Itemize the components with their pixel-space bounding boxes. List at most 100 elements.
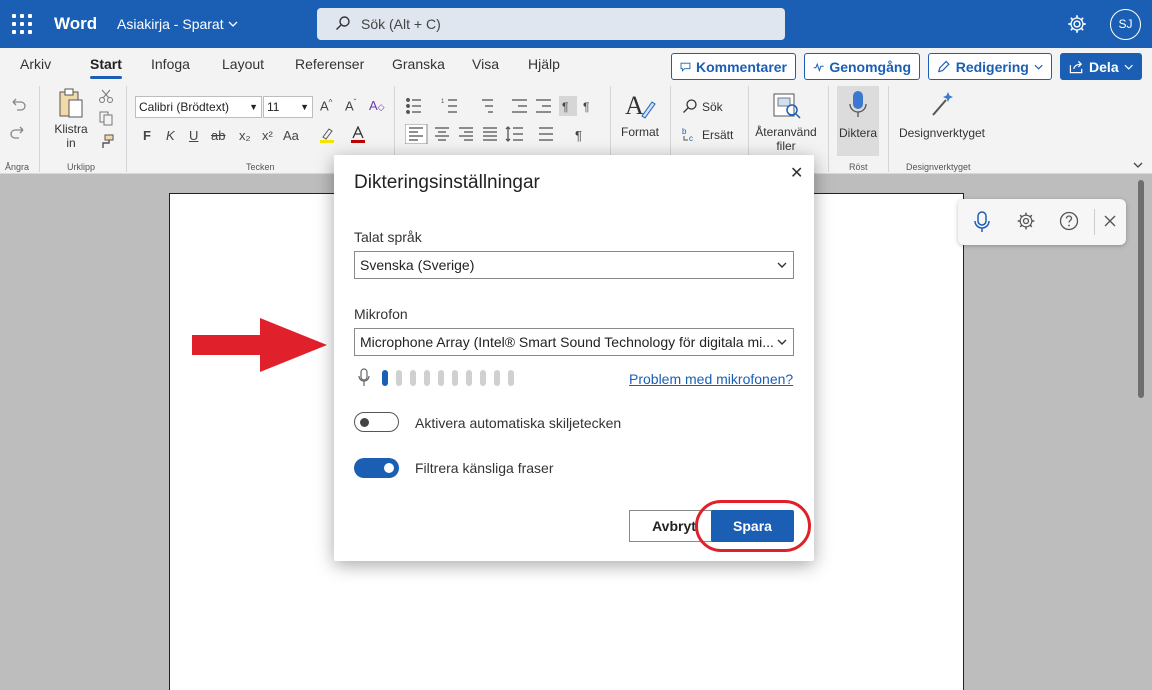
subscript-button[interactable]: x₂	[239, 128, 251, 143]
search-box[interactable]: Sök (Alt + C)	[317, 8, 785, 40]
format-painter-icon[interactable]	[98, 134, 114, 150]
superscript-button[interactable]: x²	[262, 128, 273, 143]
auto-punctuation-toggle[interactable]	[354, 412, 399, 432]
auto-punctuation-label: Aktivera automatiska skiljetecken	[415, 415, 622, 431]
svg-text:A: A	[625, 91, 644, 120]
paste-button[interactable]: Klistra in	[52, 88, 90, 152]
styles-button[interactable]: A Format	[618, 90, 662, 156]
tab-referenser[interactable]: Referenser	[295, 56, 364, 72]
undo-icon[interactable]	[9, 96, 27, 112]
replace-icon[interactable]: bc	[682, 126, 698, 142]
reuse-files-icon	[773, 93, 801, 119]
clipboard-group-label: Urklipp	[67, 162, 96, 172]
menu-tabs-row: Arkiv Start Infoga Layout Referenser Gra…	[0, 48, 1152, 82]
comments-button[interactable]: Kommentarer	[671, 53, 796, 80]
editing-mode-button[interactable]: Redigering	[928, 53, 1052, 80]
font-group-label: Tecken	[246, 162, 275, 172]
mic-level-bar	[424, 370, 430, 386]
close-icon[interactable]: ✕	[790, 163, 803, 183]
chevron-down-icon: ▼	[300, 102, 309, 112]
dictate-button[interactable]: Diktera	[837, 86, 879, 156]
mic-level-bar	[452, 370, 458, 386]
review-button[interactable]: Genomgång	[804, 53, 920, 80]
microphone-icon[interactable]	[974, 211, 990, 233]
bullets-icon[interactable]: 1 ¶ ¶	[405, 96, 595, 116]
tab-layout[interactable]: Layout	[222, 56, 264, 72]
highlight-icon[interactable]	[318, 126, 338, 144]
svg-text:¶: ¶	[575, 128, 582, 143]
filter-phrases-toggle[interactable]	[354, 458, 399, 478]
spoken-language-select[interactable]: Svenska (Sverige)	[354, 251, 794, 279]
ribbon-divider	[888, 86, 889, 172]
undo-group-label: Ångra	[5, 162, 30, 172]
italic-button[interactable]: K	[166, 128, 175, 143]
font-size-combo[interactable]: 11 ▼	[263, 96, 313, 118]
bold-button[interactable]: F	[143, 128, 151, 143]
replace-label[interactable]: Ersätt	[702, 128, 733, 142]
tab-start[interactable]: Start	[90, 56, 122, 79]
change-case-button[interactable]: Aa	[283, 128, 299, 143]
grow-font-icon[interactable]: A^	[320, 98, 332, 113]
mic-level-bar	[466, 370, 472, 386]
tab-granska[interactable]: Granska	[392, 56, 445, 72]
copy-icon[interactable]	[98, 110, 114, 126]
svg-text:b: b	[682, 127, 687, 136]
paste-label-line2: in	[66, 136, 76, 150]
designer-button[interactable]: Designverktyget	[896, 90, 988, 156]
vertical-scrollbar[interactable]	[1138, 180, 1144, 398]
underline-button[interactable]: U	[189, 128, 198, 143]
paste-label-line1: Klistra	[54, 122, 88, 136]
app-name[interactable]: Word	[54, 14, 97, 34]
align-left-icon[interactable]: ¶	[405, 124, 595, 144]
close-icon[interactable]	[1104, 215, 1116, 227]
redo-icon[interactable]	[9, 124, 27, 140]
user-avatar[interactable]: SJ	[1110, 9, 1141, 40]
mic-level-bar	[494, 370, 500, 386]
document-title[interactable]: Asiakirja - Sparat	[117, 16, 238, 32]
settings-gear-icon[interactable]	[1066, 13, 1088, 35]
voice-group-label: Röst	[849, 162, 868, 172]
tab-arkiv[interactable]: Arkiv	[20, 56, 51, 72]
microphone-icon	[849, 91, 867, 117]
collapse-ribbon-icon[interactable]	[1133, 160, 1143, 170]
tab-visa[interactable]: Visa	[472, 56, 499, 72]
annotation-circle	[695, 500, 811, 552]
strikethrough-button[interactable]: ab	[211, 128, 225, 143]
shrink-font-icon[interactable]: Aˇ	[345, 98, 356, 113]
tab-hjalp[interactable]: Hjälp	[528, 56, 560, 72]
clear-formatting-icon[interactable]: A◇	[369, 98, 385, 113]
search-icon	[336, 16, 350, 30]
tab-infoga[interactable]: Infoga	[151, 56, 190, 72]
designer-group-label: Designverktyget	[906, 162, 971, 172]
mic-level-bar	[438, 370, 444, 386]
mic-level-bar	[480, 370, 486, 386]
ribbon-divider	[39, 86, 40, 172]
ribbon-divider	[126, 86, 127, 172]
find-icon[interactable]	[682, 98, 698, 114]
find-label[interactable]: Sök	[702, 100, 723, 114]
microphone-label: Mikrofon	[354, 306, 408, 322]
share-button[interactable]: Dela	[1060, 53, 1142, 80]
toolbar-divider	[1094, 209, 1095, 235]
microphone-problem-link[interactable]: Problem med mikrofonen?	[629, 371, 793, 387]
mic-level-bar	[382, 370, 388, 386]
document-name: Asiakirja	[117, 16, 170, 32]
annotation-arrow	[192, 318, 327, 372]
comment-icon	[680, 62, 691, 72]
font-name-combo[interactable]: Calibri (Brödtext) ▼	[135, 96, 262, 118]
settings-gear-icon[interactable]	[1016, 211, 1036, 231]
reuse-files-label-line2: filer	[776, 139, 796, 153]
microphone-select[interactable]: Microphone Array (Intel® Smart Sound Tec…	[354, 328, 794, 356]
app-launcher-icon[interactable]	[12, 14, 32, 34]
chevron-down-icon	[228, 21, 237, 27]
font-color-icon[interactable]	[349, 126, 369, 144]
reuse-files-button[interactable]: Återanvänd filer	[752, 90, 820, 156]
clipboard-icon	[59, 88, 83, 118]
cut-icon[interactable]	[98, 88, 114, 104]
reuse-files-label-line1: Återanvänd	[755, 125, 817, 139]
svg-text:¶: ¶	[562, 100, 568, 114]
document-status: Sparat	[182, 16, 224, 32]
styles-label: Format	[620, 125, 659, 139]
help-icon[interactable]	[1059, 211, 1079, 231]
pencil-icon	[938, 60, 950, 73]
